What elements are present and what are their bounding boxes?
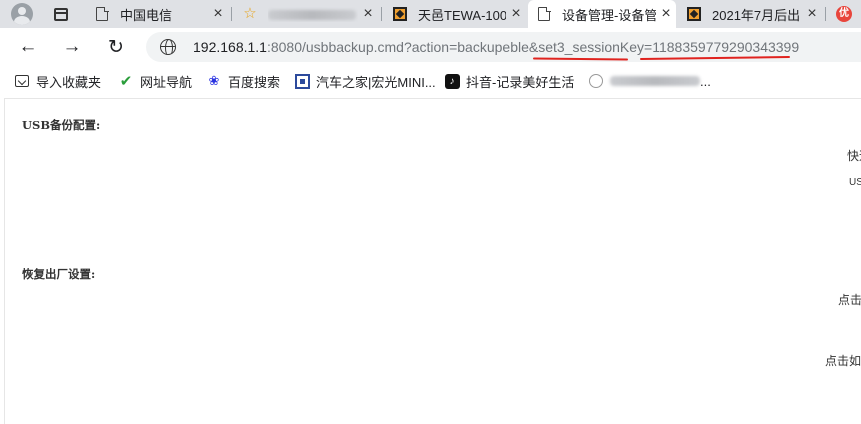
tiktok-icon: ♪ bbox=[444, 73, 460, 89]
profile-avatar-button[interactable] bbox=[8, 0, 36, 28]
url-path: :8080/usbbackup.cmd?action=backupeble&se… bbox=[266, 39, 800, 55]
bookmark-douyin[interactable]: ♪ 抖音-记录美好生活 bbox=[444, 72, 574, 90]
tab-close-icon[interactable]: × bbox=[506, 0, 526, 28]
bookmark-label: 导入收藏夹 bbox=[36, 74, 102, 90]
tab-divider bbox=[825, 7, 826, 21]
bookmark-label: 百度搜索 bbox=[228, 74, 281, 90]
tab-2021-july[interactable]: 2021年7月后出 × bbox=[678, 0, 822, 28]
tab-title: 天邑TEWA-100( bbox=[418, 7, 506, 23]
red-circle-icon: 优 bbox=[836, 6, 852, 22]
avatar-icon bbox=[11, 3, 33, 25]
bookmarks-bar: 导入收藏夹 ✔ 网址导航 ❀ 百度搜索 汽车之家|宏光MINI... ♪ 抖音-… bbox=[0, 66, 861, 96]
import-icon bbox=[15, 75, 29, 87]
tab-close-icon[interactable]: × bbox=[802, 0, 822, 28]
back-button[interactable]: ← bbox=[15, 34, 41, 60]
bookmark-label: ... bbox=[700, 73, 711, 89]
factory-click-if-text: 点击如 bbox=[825, 354, 861, 368]
tab-partial[interactable]: 优 bbox=[828, 0, 861, 28]
bookmark-hao123[interactable]: ✔ 网址导航 bbox=[118, 72, 192, 90]
hao123-icon: ✔ bbox=[119, 73, 133, 90]
factory-click-text: 点击 bbox=[838, 293, 861, 307]
tab-close-icon[interactable]: × bbox=[208, 0, 228, 28]
usb-quick-text: 快速 bbox=[847, 149, 861, 163]
tab-title: 中国电信 bbox=[120, 7, 173, 23]
tab-close-icon[interactable]: × bbox=[656, 0, 676, 28]
bookmark-label: 抖音-记录美好生活 bbox=[466, 74, 575, 90]
address-url[interactable]: 192.168.1.1:8080/usbbackup.cmd?action=ba… bbox=[193, 39, 799, 55]
document-icon bbox=[96, 6, 109, 21]
tab-divider bbox=[381, 7, 382, 21]
tab-tewa-100[interactable]: 天邑TEWA-100( × bbox=[384, 0, 526, 28]
arrow-right-icon: → bbox=[62, 36, 82, 57]
bookmark-import[interactable]: 导入收藏夹 bbox=[14, 72, 101, 90]
tewa-icon bbox=[687, 7, 701, 21]
document-icon bbox=[538, 6, 551, 21]
tab-device-management[interactable]: 设备管理-设备管 × bbox=[528, 0, 676, 28]
bookmark-baidu[interactable]: ❀ 百度搜索 bbox=[206, 72, 280, 90]
autohome-icon bbox=[294, 73, 310, 89]
usb-backup-title: USB备份配置: bbox=[22, 118, 101, 132]
usb-label-text: USB bbox=[849, 177, 861, 188]
tab-strip: 中国电信 × ☆ × 天邑TEWA-100( × 设备管理-设备管 × 2021… bbox=[0, 0, 861, 28]
forward-button[interactable]: → bbox=[59, 34, 85, 60]
factory-reset-title: 恢复出厂设置: bbox=[22, 267, 96, 281]
tab-actions-icon bbox=[54, 7, 68, 21]
tab-title: 2021年7月后出 bbox=[712, 7, 801, 23]
bookmark-autohome[interactable]: 汽车之家|宏光MINI... bbox=[294, 72, 436, 90]
baidu-paw-icon: ❀ bbox=[208, 73, 220, 88]
tab-close-icon[interactable]: × bbox=[358, 0, 378, 28]
tewa-icon bbox=[393, 7, 407, 21]
bookmark-label: 网址导航 bbox=[140, 74, 193, 90]
url-host: 192.168.1.1 bbox=[193, 39, 267, 55]
tab-title: 设备管理-设备管 bbox=[562, 7, 656, 23]
user-icon bbox=[589, 74, 603, 88]
page-content: USB备份配置: 快速 USB 恢复出厂设置: 点击 点击如 bbox=[4, 98, 861, 424]
tab-divider bbox=[231, 7, 232, 21]
tab-obscured[interactable]: ☆ × bbox=[234, 0, 378, 28]
bookmark-label: 汽车之家|宏光MINI... bbox=[316, 74, 436, 90]
reload-button[interactable]: ↻ bbox=[103, 34, 129, 60]
globe-icon bbox=[160, 39, 176, 55]
tab-title bbox=[268, 7, 358, 22]
bookmark-obscured[interactable]: ... bbox=[588, 72, 711, 90]
arrow-left-icon: ← bbox=[18, 36, 38, 57]
navigation-bar: ← → ↻ 192.168.1.1:8080/usbbackup.cmd?act… bbox=[0, 28, 861, 66]
tab-actions-button[interactable] bbox=[50, 0, 72, 28]
obscured-label bbox=[610, 76, 700, 86]
star-icon: ☆ bbox=[243, 5, 257, 22]
tab-china-telecom[interactable]: 中国电信 × bbox=[86, 0, 228, 28]
reload-icon: ↻ bbox=[108, 36, 124, 58]
